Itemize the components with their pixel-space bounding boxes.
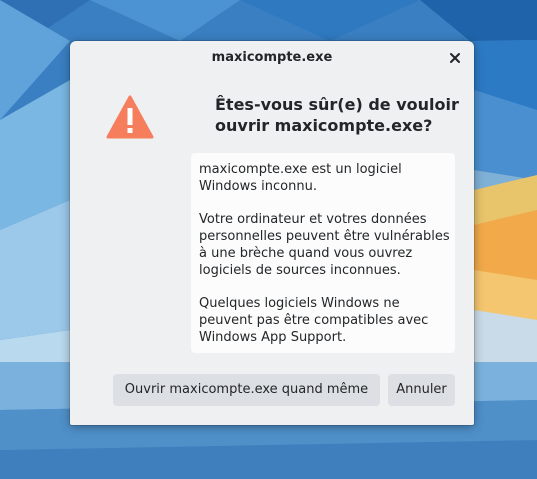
cancel-button[interactable]: Annuler [388, 374, 455, 406]
message-compatibility: Quelques logiciels Windows ne peuvent pa… [199, 296, 429, 345]
open-anyway-button[interactable]: Ouvrir maxicompte.exe quand même [113, 374, 380, 406]
message-box: maxicompte.exe est un logiciel Windows i… [191, 153, 455, 353]
confirm-dialog: maxicompte.exe Êtes-vous sûr(e) de voulo… [70, 41, 474, 425]
message-security-risk: Votre ordinateur et votres données perso… [199, 212, 450, 278]
warning-icon [106, 95, 154, 139]
close-icon [450, 53, 460, 63]
dialog-titlebar[interactable]: maxicompte.exe [70, 41, 474, 75]
message-unknown-software: maxicompte.exe est un logiciel Windows i… [199, 162, 402, 194]
desktop-wallpaper: maxicompte.exe Êtes-vous sûr(e) de voulo… [0, 0, 537, 479]
dialog-title: maxicompte.exe [211, 50, 333, 65]
dialog-heading: Êtes-vous sûr(e) de vouloir ouvrir maxic… [215, 95, 459, 135]
close-button[interactable] [446, 49, 464, 67]
